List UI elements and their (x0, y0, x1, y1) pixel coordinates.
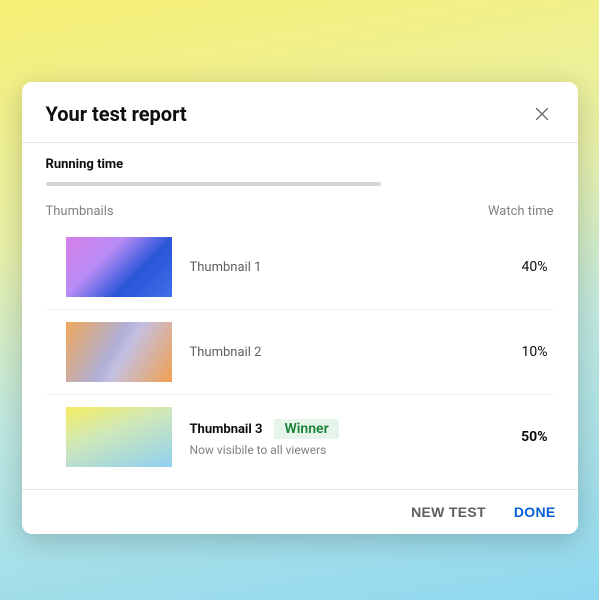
table-row: Thumbnail 1 40% (46, 225, 554, 310)
winner-badge: Winner (274, 419, 338, 439)
dialog-footer: NEW TEST DONE (22, 489, 578, 534)
thumbnail-2-image (66, 322, 172, 382)
column-headers: Thumbnails Watch time (46, 204, 554, 219)
test-report-dialog: Your test report Running time Thumbnails… (22, 82, 578, 534)
thumbnail-label: Thumbnail 2 (190, 345, 494, 360)
watch-time-value: 40% (494, 259, 554, 275)
thumbnail-3-image (66, 407, 172, 467)
col-thumbnails: Thumbnails (46, 204, 114, 219)
thumbnail-label: Thumbnail 3 (190, 422, 263, 437)
report-section: Running time Thumbnails Watch time Thumb… (22, 143, 578, 489)
new-test-button[interactable]: NEW TEST (411, 504, 486, 520)
close-button[interactable] (530, 102, 554, 126)
row-meta: Thumbnail 1 (190, 260, 494, 275)
running-time-progress (46, 182, 381, 186)
dialog-header: Your test report (22, 82, 578, 142)
table-row: Thumbnail 2 10% (46, 310, 554, 395)
thumbnail-label: Thumbnail 1 (190, 260, 494, 275)
dialog-title: Your test report (46, 102, 187, 126)
col-watch-time: Watch time (488, 204, 554, 219)
thumbnail-1-image (66, 237, 172, 297)
table-row: Thumbnail 3 Winner Now visibile to all v… (46, 395, 554, 479)
winner-subtext: Now visibile to all viewers (190, 443, 494, 457)
row-meta: Thumbnail 3 Winner Now visibile to all v… (190, 418, 494, 457)
done-button[interactable]: DONE (514, 504, 556, 520)
running-time-label: Running time (46, 157, 554, 172)
watch-time-value: 10% (494, 344, 554, 360)
close-icon (532, 104, 552, 124)
row-meta: Thumbnail 2 (190, 345, 494, 360)
watch-time-value: 50% (494, 429, 554, 445)
